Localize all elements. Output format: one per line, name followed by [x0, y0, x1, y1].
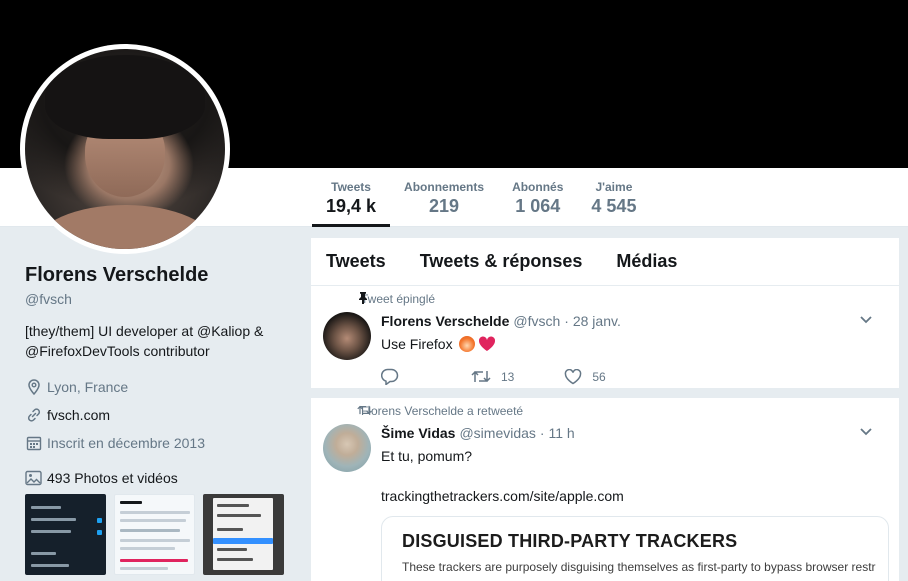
heart-emoji-icon	[478, 336, 496, 352]
like-button[interactable]: 56	[564, 368, 606, 385]
joined-text: Inscrit en décembre 2013	[47, 435, 205, 451]
profile-handle[interactable]: @fvsch	[25, 291, 295, 307]
context-text: Tweet épinglé	[361, 292, 436, 306]
location-pin-icon	[25, 378, 43, 396]
tweet-author-avatar[interactable]	[323, 424, 371, 472]
tweet-body: Šime Vidas @simevidas · 11 h Et tu, pomu…	[381, 424, 889, 581]
tweet-author-name[interactable]: Florens Verschelde	[381, 313, 509, 329]
tweet-text-content: Use Firefox	[381, 336, 453, 352]
tweet-header: Florens Verschelde @fvsch · 28 janv.	[381, 312, 883, 330]
stat-label: J'aime	[595, 180, 633, 194]
stat-value: 219	[429, 196, 460, 216]
stat-following[interactable]: Abonnements 219	[390, 176, 498, 227]
profile-stats: Tweets 19,4 k Abonnements 219 Abonnés 1 …	[312, 176, 650, 227]
timeline: Tweets Tweets & réponses Médias Tweet ép…	[311, 238, 899, 581]
calendar-icon	[25, 434, 43, 452]
tweet-pinned[interactable]: Tweet épinglé Florens Verschelde @fvsch …	[311, 286, 899, 398]
media-thumbnails	[25, 494, 284, 575]
profile-joined: Inscrit en décembre 2013	[25, 433, 295, 453]
tweet-text: Et tu, pomum?	[381, 448, 473, 464]
profile-name[interactable]: Florens Verschelde	[25, 264, 295, 287]
reply-icon	[381, 368, 399, 385]
tab-tweets[interactable]: Tweets	[326, 251, 386, 272]
tweet-body: Florens Verschelde @fvsch · 28 janv. Use…	[381, 312, 883, 385]
heart-icon	[564, 368, 582, 385]
location-text: Lyon, France	[47, 379, 129, 395]
stat-label: Abonnements	[404, 180, 485, 194]
profile-card: Florens Verschelde @fvsch [they/them] UI…	[25, 264, 295, 453]
profile-avatar[interactable]	[20, 44, 230, 254]
profile-website: fvsch.com	[25, 405, 295, 425]
media-gallery-link[interactable]: 493 Photos et vidéos	[25, 470, 178, 486]
card-title: DISGUISED THIRD-PARTY TRACKERS	[402, 531, 738, 551]
stat-followers[interactable]: Abonnés 1 064	[498, 176, 577, 227]
link-icon	[25, 406, 43, 424]
tweet-context: Tweet épinglé	[311, 292, 899, 306]
tweet-link[interactable]: trackingthetrackers.com/site/apple.com	[381, 486, 883, 506]
stat-label: Tweets	[331, 180, 371, 194]
tweet-time[interactable]: · 28 janv.	[564, 313, 621, 329]
retweet-icon	[471, 369, 491, 384]
retweet-count: 13	[501, 369, 515, 384]
stat-label: Abonnés	[512, 180, 564, 194]
tweet-retweeted[interactable]: Florens Verschelde a retweeté Šime Vidas…	[311, 398, 899, 581]
tweet-actions: 13 56	[381, 368, 883, 385]
chevron-down-icon[interactable]	[859, 312, 873, 330]
tweet-author-name[interactable]: Šime Vidas	[381, 425, 455, 441]
pin-icon	[357, 291, 369, 307]
fox-emoji-icon	[459, 336, 476, 352]
stat-value: 19,4 k	[326, 196, 377, 216]
media-thumbnail[interactable]	[25, 494, 106, 575]
reply-button[interactable]	[381, 368, 409, 385]
tab-tweets-replies[interactable]: Tweets & réponses	[420, 251, 583, 272]
tweet-context: Florens Verschelde a retweeté	[311, 404, 899, 418]
tweet-header: Šime Vidas @simevidas · 11 h	[381, 424, 883, 442]
image-icon	[25, 470, 42, 486]
link-preview-card[interactable]: DISGUISED THIRD-PARTY TRACKERS These tra…	[381, 516, 889, 581]
stat-value: 4 545	[591, 196, 637, 216]
stat-likes[interactable]: J'aime 4 545	[577, 176, 650, 227]
website-link[interactable]: fvsch.com	[47, 407, 110, 423]
tab-media[interactable]: Médias	[616, 251, 677, 272]
profile-location: Lyon, France	[25, 377, 295, 397]
retweet-button[interactable]: 13	[471, 369, 514, 384]
tweet-time[interactable]: · 11 h	[540, 425, 575, 441]
tweet-author-handle[interactable]: @simevidas	[459, 425, 535, 441]
media-thumbnail[interactable]	[203, 494, 284, 575]
tweet-text: Use Firefox	[381, 334, 883, 354]
retweet-icon	[357, 404, 372, 419]
card-description: These trackers are purposely disguising …	[402, 560, 876, 574]
timeline-tabs: Tweets Tweets & réponses Médias	[311, 238, 899, 286]
chevron-down-icon[interactable]	[859, 424, 873, 442]
tweet-author-avatar[interactable]	[323, 312, 371, 360]
stat-tweets[interactable]: Tweets 19,4 k	[312, 176, 391, 227]
stat-value: 1 064	[515, 196, 561, 216]
media-count: 493 Photos et vidéos	[47, 470, 178, 486]
tweet-author-handle[interactable]: @fvsch	[513, 313, 560, 329]
like-count: 56	[592, 369, 606, 384]
profile-bio: [they/them] UI developer at @Kaliop & @F…	[25, 323, 264, 359]
media-thumbnail[interactable]	[114, 494, 195, 575]
context-text: Florens Verschelde a retweeté	[361, 404, 524, 418]
